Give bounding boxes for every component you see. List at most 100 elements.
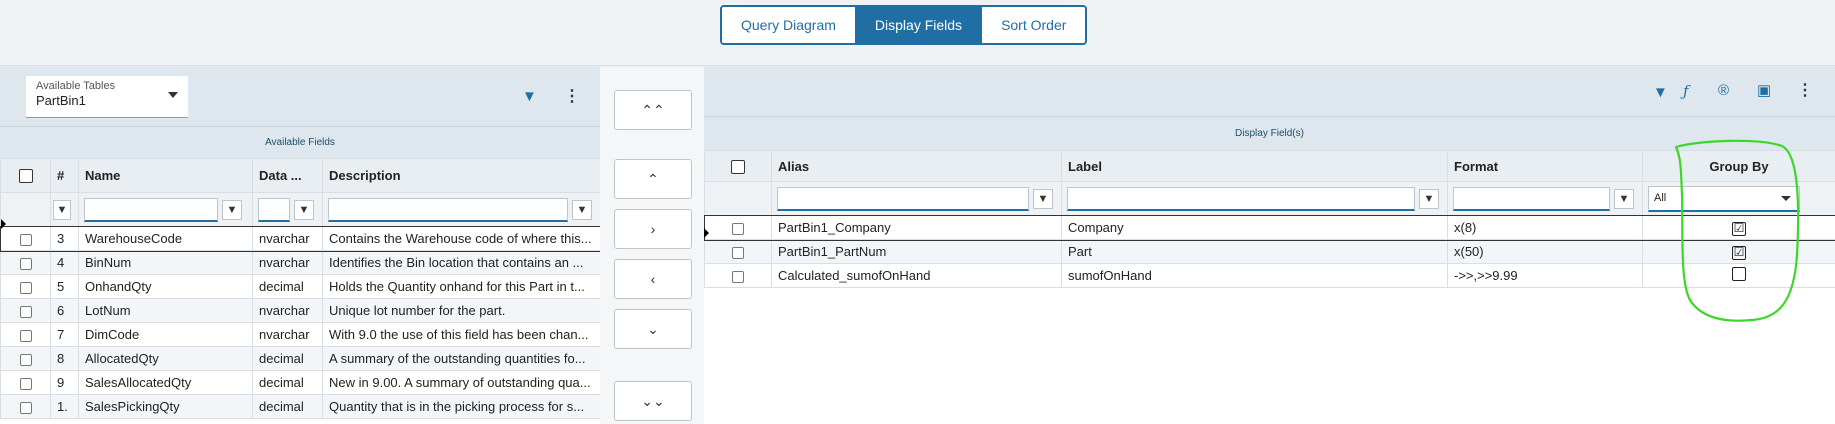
- row-checkbox[interactable]: [19, 353, 32, 366]
- row-select-cell: [0, 250, 51, 275]
- row-checkbox[interactable]: [19, 305, 32, 318]
- table-row[interactable]: 8 AllocatedQty decimal A summary of the out…: [0, 346, 601, 371]
- column-header-description[interactable]: Description: [322, 158, 601, 193]
- chevron-down-icon: [1781, 195, 1791, 201]
- table-row[interactable]: PartBin1_Company Company x(8) ☑: [703, 214, 1835, 241]
- tab-sort-order[interactable]: Sort Order: [982, 7, 1086, 43]
- select-all-header: [0, 158, 51, 193]
- filter-cell: ▼: [252, 192, 323, 227]
- row-select-cell: [0, 370, 51, 395]
- filter-icon[interactable]: ▼: [53, 199, 71, 220]
- tab-query-diagram[interactable]: Query Diagram: [722, 7, 856, 43]
- column-header-datatype[interactable]: Data ...: [252, 158, 323, 193]
- filter-icon[interactable]: ▼: [1419, 188, 1439, 209]
- group-by-filter-select[interactable]: All: [1648, 185, 1800, 212]
- field-description: Identifies the Bin location that contain…: [322, 250, 601, 275]
- alias-filter-input[interactable]: [777, 186, 1029, 211]
- row-checkbox[interactable]: [19, 233, 32, 246]
- r-icon[interactable]: ®: [1718, 83, 1729, 99]
- format-filter-input[interactable]: [1453, 186, 1610, 211]
- filter-icon[interactable]: ▼: [572, 199, 592, 220]
- remove-field-button[interactable]: ‹: [614, 259, 692, 299]
- group-by-cell: ☑: [1642, 239, 1835, 264]
- select-all-checkbox[interactable]: [18, 169, 33, 184]
- field-alias: PartBin1_Company: [771, 215, 1062, 240]
- field-name: OnhandQty: [78, 274, 253, 299]
- move-up-button[interactable]: ⌃: [614, 159, 692, 199]
- move-all-up-button[interactable]: ⌃⌃: [614, 90, 692, 130]
- row-checkbox[interactable]: [19, 377, 32, 390]
- field-number: 5: [50, 274, 79, 299]
- filter-icon[interactable]: ▼: [1653, 85, 1668, 101]
- field-label[interactable]: Part: [1061, 239, 1448, 264]
- row-checkbox[interactable]: [19, 401, 32, 414]
- column-header-name[interactable]: Name: [78, 158, 253, 193]
- row-checkbox[interactable]: [732, 222, 744, 235]
- move-buttons-panel: ⌃⌃ ⌃ › ‹ ⌄ ⌄⌄: [600, 67, 704, 424]
- field-format[interactable]: ->>,>>9.99: [1447, 263, 1643, 288]
- field-datatype: nvarchar: [252, 250, 323, 275]
- group-by-cell: [1642, 263, 1835, 288]
- table-row[interactable]: 5 OnhandQty decimal Holds the Quantity onha…: [0, 274, 601, 299]
- select-all-checkbox[interactable]: [731, 159, 745, 174]
- add-field-button[interactable]: ›: [614, 209, 692, 249]
- kebab-icon[interactable]: ⋮: [1797, 83, 1813, 99]
- group-by-checkbox[interactable]: [1732, 267, 1746, 281]
- chevron-down-icon: [168, 92, 178, 98]
- move-down-button[interactable]: ⌄: [614, 309, 692, 349]
- column-header-label[interactable]: Label: [1061, 150, 1448, 182]
- field-alias: Calculated_sumofOnHand: [771, 263, 1062, 288]
- field-name: AllocatedQty: [78, 346, 253, 371]
- field-format[interactable]: x(8): [1447, 215, 1643, 240]
- layout-icon[interactable]: ▣: [1757, 83, 1771, 99]
- filter-icon[interactable]: ▼: [222, 199, 242, 220]
- row-checkbox[interactable]: [732, 246, 744, 259]
- field-description: With 9.0 the use of this field has been …: [322, 322, 601, 347]
- row-checkbox[interactable]: [19, 257, 32, 270]
- field-number: 3: [50, 226, 79, 251]
- display-fields-toolbar: ▼ ƒ ® ▣ ⋮: [704, 67, 1835, 116]
- available-tables-dropdown[interactable]: Available Tables PartBin1: [26, 76, 188, 118]
- group-by-checkbox[interactable]: ☑: [1732, 245, 1746, 260]
- field-label[interactable]: Company: [1061, 215, 1448, 240]
- datatype-filter-input[interactable]: [258, 197, 290, 222]
- column-header-num[interactable]: #: [50, 158, 79, 193]
- available-fields-grid: # Name Data ... Description ▼ ▼ ▼ ▼ 3 War…: [0, 158, 602, 419]
- name-filter-input[interactable]: [84, 197, 218, 222]
- row-checkbox[interactable]: [732, 270, 744, 283]
- table-row[interactable]: 6 LotNum nvarchar Unique lot number for the…: [0, 298, 601, 323]
- row-select-cell: [704, 215, 772, 240]
- select-all-header: [704, 150, 772, 182]
- table-row[interactable]: PartBin1_PartNum Part x(50) ☑: [704, 239, 1835, 264]
- label-filter-input[interactable]: [1067, 186, 1415, 211]
- filter-icon[interactable]: ▼: [1033, 188, 1053, 209]
- table-row[interactable]: 4 BinNum nvarchar Identifies the Bin locati…: [0, 250, 601, 275]
- field-description: Unique lot number for the part.: [322, 298, 601, 323]
- tab-display-fields[interactable]: Display Fields: [855, 7, 983, 43]
- table-row[interactable]: 7 DimCode nvarchar With 9.0 the use of this…: [0, 322, 601, 347]
- field-name: SalesAllocatedQty: [78, 370, 253, 395]
- field-name: LotNum: [78, 298, 253, 323]
- current-row-indicator: [1, 219, 6, 229]
- filter-icon[interactable]: ▼: [294, 199, 314, 220]
- table-row[interactable]: 3 WarehouseCode nvarchar Contains the Wareh…: [0, 225, 602, 252]
- column-header-group-by[interactable]: Group By: [1642, 150, 1835, 182]
- display-fields-grid: Alias Label Format Group By ▼ ▼ ▼ All Pa…: [703, 150, 1835, 288]
- move-all-down-button[interactable]: ⌄⌄: [614, 381, 692, 421]
- filter-icon[interactable]: ▼: [522, 89, 537, 105]
- field-format[interactable]: x(50): [1447, 239, 1643, 264]
- column-header-format[interactable]: Format: [1447, 150, 1643, 182]
- filter-cell: ▼: [771, 181, 1062, 216]
- row-checkbox[interactable]: [19, 281, 32, 294]
- table-row[interactable]: 9 SalesAllocatedQty decimal New in 9.00. A …: [0, 370, 601, 395]
- field-label[interactable]: sumofOnHand: [1061, 263, 1448, 288]
- function-icon[interactable]: ƒ: [1683, 83, 1689, 99]
- row-checkbox[interactable]: [19, 329, 32, 342]
- group-by-checkbox[interactable]: ☑: [1732, 221, 1746, 236]
- kebab-icon[interactable]: ⋮: [564, 89, 580, 105]
- description-filter-input[interactable]: [328, 197, 568, 222]
- column-header-alias[interactable]: Alias: [771, 150, 1062, 182]
- filter-icon[interactable]: ▼: [1614, 188, 1634, 209]
- table-row[interactable]: Calculated_sumofOnHand sumofOnHand ->>,>>9…: [704, 263, 1835, 288]
- table-row[interactable]: 1. SalesPickingQty decimal Quantity that is…: [0, 394, 601, 419]
